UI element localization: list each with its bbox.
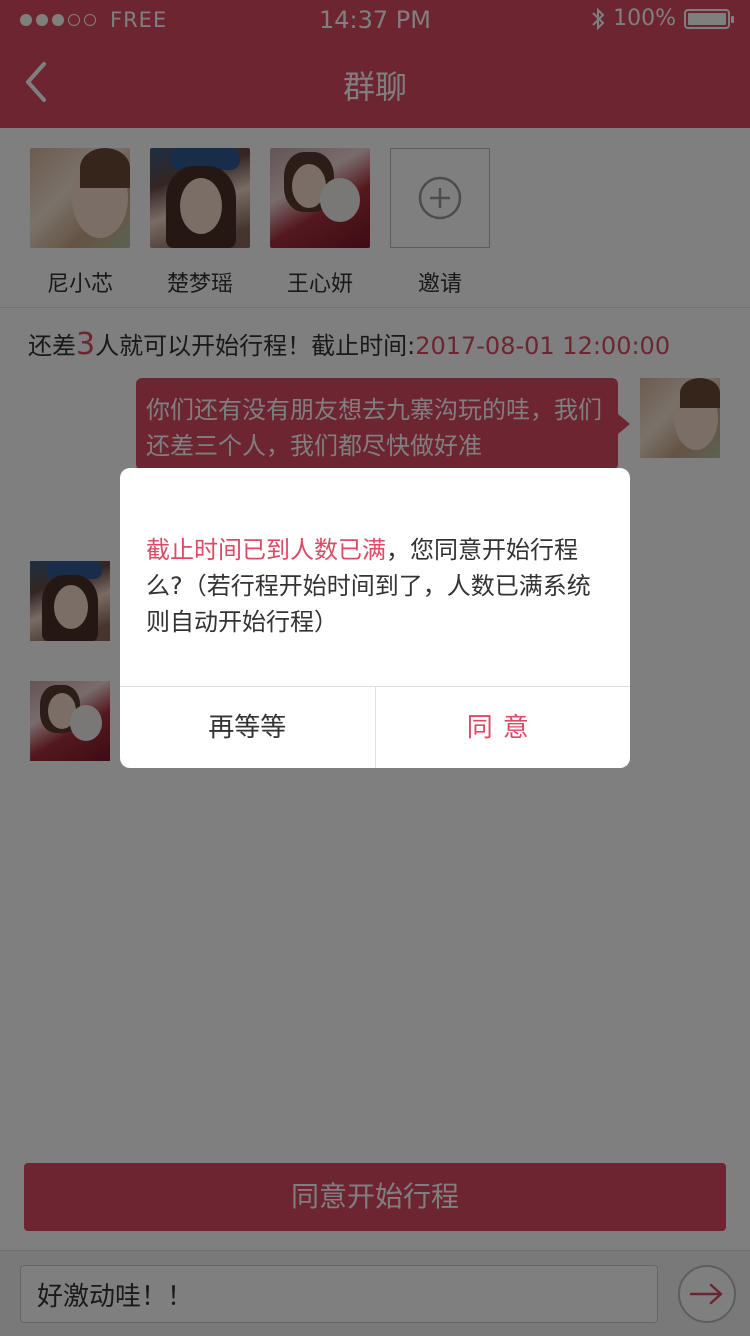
wait-button[interactable]: 再等等	[120, 687, 376, 768]
dialog-message: 截止时间已到人数已满，您同意开始行程么?（若行程开始时间到了，人数已满系统则自动…	[146, 532, 608, 640]
dialog-highlight: 截止时间已到人数已满	[146, 536, 386, 564]
dialog-buttons: 再等等 同意	[120, 686, 630, 768]
agree-button[interactable]: 同意	[376, 687, 631, 768]
confirm-dialog: 截止时间已到人数已满，您同意开始行程么?（若行程开始时间到了，人数已满系统则自动…	[120, 468, 630, 768]
